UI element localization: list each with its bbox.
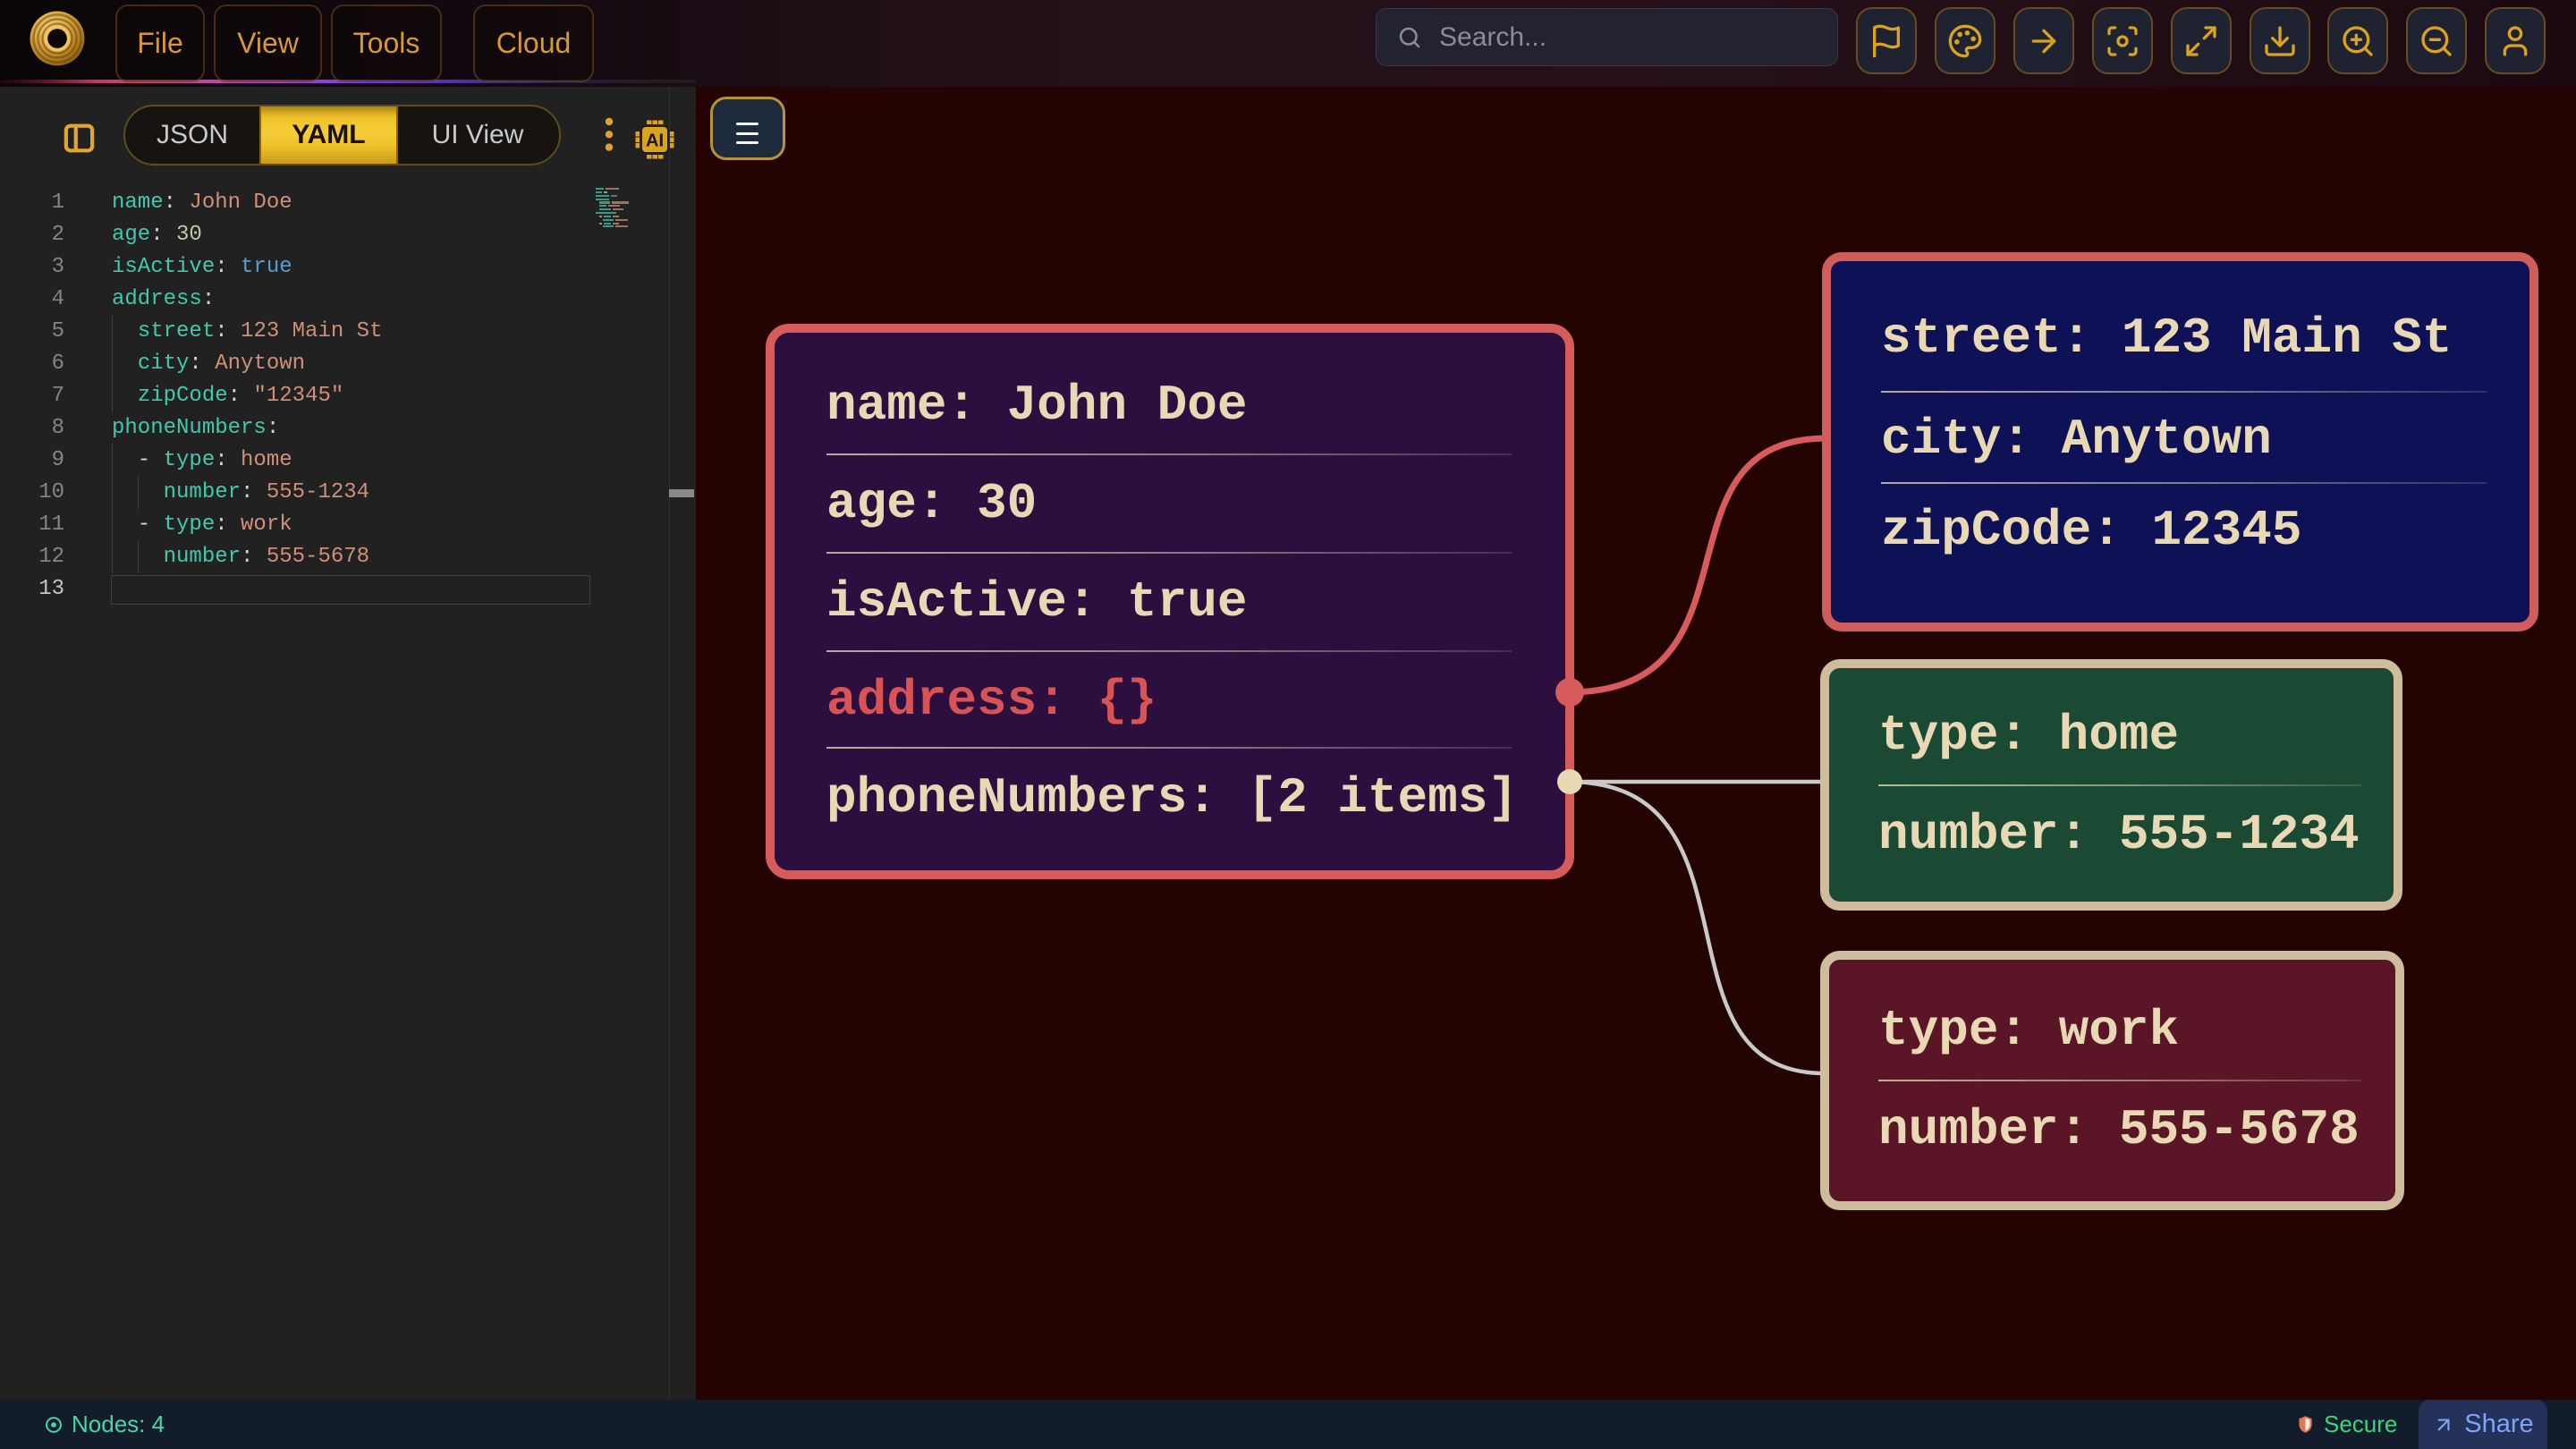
svg-text:AI: AI xyxy=(646,131,664,151)
